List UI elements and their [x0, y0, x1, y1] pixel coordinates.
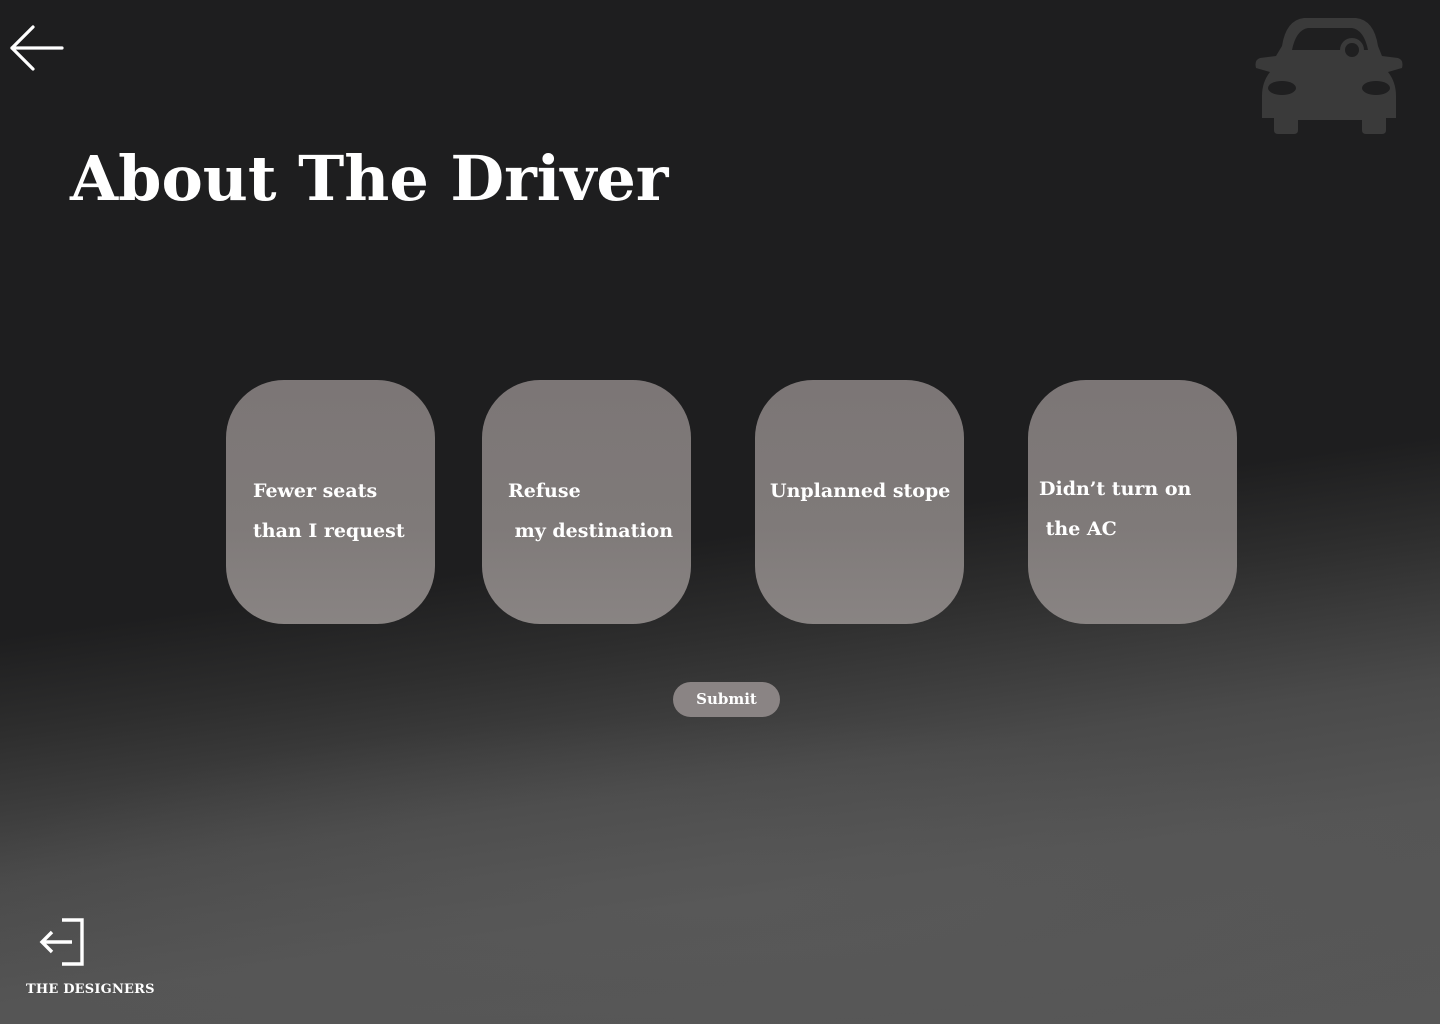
option-label: Didn’t turn on the AC — [1039, 478, 1192, 540]
logout-button[interactable]: THE DESIGNERS — [24, 914, 155, 1004]
submit-button[interactable]: Submit — [673, 682, 780, 717]
option-card-fewer-seats[interactable]: Fewer seats than I request — [226, 380, 435, 624]
option-label: Fewer seats than I request — [253, 480, 405, 542]
option-card-unplanned-stop[interactable]: Unplanned stope — [755, 380, 964, 624]
logout-icon — [36, 916, 88, 968]
option-card-no-ac[interactable]: Didn’t turn on the AC — [1028, 380, 1237, 624]
arrow-left-icon — [10, 25, 64, 71]
back-button[interactable] — [6, 22, 68, 74]
brand-label: THE DESIGNERS — [26, 982, 155, 997]
option-card-refuse-destination[interactable]: Refuse my destination — [482, 380, 691, 624]
car-icon — [1252, 16, 1406, 136]
option-label: Unplanned stope — [770, 480, 951, 502]
option-label: Refuse my destination — [508, 480, 674, 542]
page-title: About The Driver — [70, 142, 669, 215]
